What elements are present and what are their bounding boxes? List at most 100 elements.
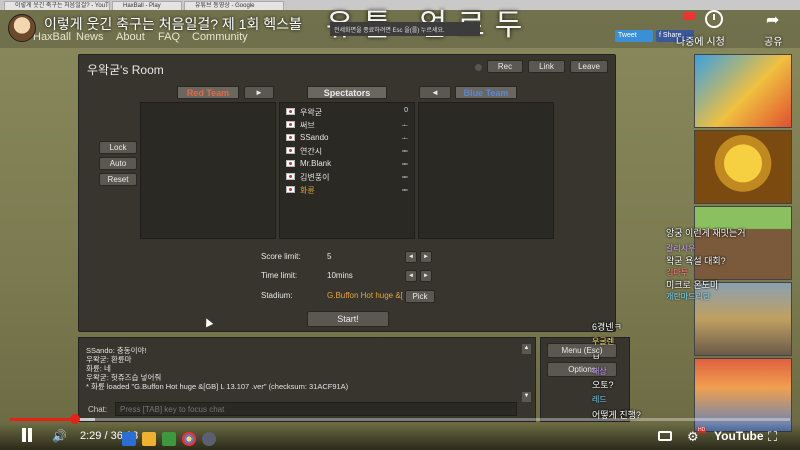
player-name: Mr.Blank xyxy=(300,159,332,168)
chat-label: Chat: xyxy=(88,405,108,414)
chat-input[interactable] xyxy=(115,402,517,416)
score-decrease-button[interactable]: ◄ xyxy=(405,251,417,263)
room-panel: 우왁굳's Room Rec Link Leave Red Team ► Spe… xyxy=(78,54,616,332)
record-status-icon xyxy=(475,64,482,71)
chrome-icon[interactable] xyxy=(182,432,196,446)
flag-icon xyxy=(286,108,295,115)
player-name: 연간시 xyxy=(300,147,323,156)
volume-icon[interactable]: 🔊 xyxy=(52,429,67,443)
lock-button[interactable]: Lock xyxy=(99,141,137,154)
flag-icon xyxy=(286,134,295,141)
channel-avatar[interactable] xyxy=(8,14,36,42)
player-row[interactable]: 우왁굳 0 xyxy=(284,106,412,118)
flag-icon xyxy=(286,186,295,193)
windows-icon[interactable] xyxy=(122,432,136,446)
progress-bar[interactable] xyxy=(10,418,790,421)
browser-tab[interactable]: 이렇게 웃긴 축구는 처음일걸? - YouTube xyxy=(4,1,110,10)
overlay-chat-message: 6경넨ㅋ xyxy=(592,322,622,332)
overlay-chat-message: 왁굳 욕설 대회? xyxy=(666,256,726,266)
overlay-chat-message: ㅂ xyxy=(592,352,601,362)
flag-icon xyxy=(286,147,295,154)
player-row[interactable]: 써브 ᆠ xyxy=(284,119,412,131)
time-limit-value: 10mins xyxy=(327,271,353,280)
overlay-chat-user: 갈리시우 xyxy=(666,244,696,253)
progress-played xyxy=(10,418,75,421)
overlay-chat-user: 우굴렌 xyxy=(592,337,615,346)
red-team-list[interactable] xyxy=(140,102,276,239)
fullscreen-hint: 전세화면을 종료하려면 Esc 을(를) 누르세요. xyxy=(330,22,480,36)
player-row[interactable]: SSando ᆠ xyxy=(284,132,412,144)
player-row[interactable]: 김변풍이 ᆍ xyxy=(284,171,412,183)
browser-tab[interactable]: 유튜브 동영상 - Google xyxy=(184,1,284,10)
explorer-icon[interactable] xyxy=(142,432,156,446)
player-name: SSando xyxy=(300,133,329,142)
flag-icon xyxy=(286,121,295,128)
auto-button[interactable]: Auto xyxy=(99,157,137,170)
red-team-label: Red Team xyxy=(177,86,239,99)
progress-scrubber[interactable] xyxy=(70,414,80,424)
link-button[interactable]: Link xyxy=(528,60,565,73)
move-to-red-button[interactable]: ► xyxy=(244,86,274,99)
chat-scroll-up-button[interactable]: ▲ xyxy=(522,344,531,354)
time-increase-button[interactable]: ► xyxy=(420,270,432,282)
chat-scroll-down-button[interactable]: ▼ xyxy=(522,392,531,402)
subway-surfers-icon[interactable] xyxy=(694,54,792,128)
player-row[interactable]: 화륜 ᆍ xyxy=(284,184,412,196)
share-label[interactable]: 공유 xyxy=(764,33,782,48)
blue-team-label: Blue Team xyxy=(455,86,517,99)
overlay-chat-message: 미크로 온도미 xyxy=(666,280,719,290)
player-badge: ᆠ xyxy=(401,122,408,129)
stadium-value: G.Buffon Hot huge &[ xyxy=(327,291,403,300)
spectators-list[interactable]: 우왁굳 0 써브 ᆠ SSando ᆠ 연간시 ᆍ Mr.Blank ᆍ 김변풍… xyxy=(279,102,415,239)
video-title[interactable]: 이렇게 웃긴 축구는 처음일걸? 제 1회 헥스볼 xyxy=(44,14,302,34)
overlay-chat-user: 개란마드리딘 xyxy=(666,292,711,301)
player-badge: ᆍ xyxy=(401,187,408,194)
flag-icon xyxy=(286,160,295,167)
captions-icon[interactable] xyxy=(658,431,672,441)
player-name: 우왁굳 xyxy=(300,108,323,117)
spectators-label: Spectators xyxy=(307,86,387,99)
overlay-chat-user: 해상 xyxy=(592,367,607,376)
player-row[interactable]: 연간시 ᆍ xyxy=(284,145,412,157)
player-name: 김변풍이 xyxy=(300,173,330,182)
fullscreen-exit-icon[interactable]: ⛶ xyxy=(768,429,777,445)
video-frame: 이렇게 웃긴 축구는 처음일걸? - YouTube HaxBall - Pla… xyxy=(0,0,800,450)
clock-icon[interactable] xyxy=(705,10,723,28)
player-badge: ᆍ xyxy=(401,174,408,181)
rec-button[interactable]: Rec xyxy=(487,60,523,73)
youtube-logo[interactable]: YouTube xyxy=(714,429,764,443)
score-limit-label: Score limit: xyxy=(261,252,301,261)
tweet-button[interactable]: Tweet xyxy=(615,30,653,42)
start-button[interactable]: Start! xyxy=(307,311,389,327)
chat-line: * 화륜 loaded "G.Buffon Hot huge &[GB] L 1… xyxy=(86,382,349,391)
time-decrease-button[interactable]: ◄ xyxy=(405,270,417,282)
player-badge: 0 xyxy=(404,107,408,114)
reset-button[interactable]: Reset xyxy=(99,173,137,186)
move-to-blue-button[interactable]: ◄ xyxy=(419,86,451,99)
pause-icon[interactable] xyxy=(20,428,34,442)
overlay-chat-user: 김마투 xyxy=(666,268,689,277)
overlay-chat-message: 앙궁 이런게 재밋는거 xyxy=(666,228,746,238)
overlay-chat-user: 레드 xyxy=(592,395,607,404)
player-name: 화륜 xyxy=(300,186,315,195)
subscribe-icon[interactable] xyxy=(683,12,695,20)
stadium-label: Stadium: xyxy=(261,291,293,300)
share-icon[interactable]: ➦ xyxy=(766,10,779,30)
player-row[interactable]: Mr.Blank ᆍ xyxy=(284,158,412,170)
chat-panel: SSando: 충동이야! 우왁굳: 환륜마 화륜: 네 우왁굳: 헛쥬즈습 넣… xyxy=(78,337,536,422)
hd-badge: HD xyxy=(697,427,707,433)
pick-stadium-button[interactable]: Pick xyxy=(405,290,435,303)
media-icon[interactable] xyxy=(162,432,176,446)
blue-team-list[interactable] xyxy=(418,102,554,239)
player-badge: ᆠ xyxy=(401,135,408,142)
overlay-chat-message: 오토? xyxy=(592,380,614,390)
browser-tab[interactable]: HaxBall - Play xyxy=(112,1,182,10)
minecraft-icon[interactable] xyxy=(694,206,792,280)
app-icon[interactable] xyxy=(202,432,216,446)
score-increase-button[interactable]: ► xyxy=(420,251,432,263)
temple-run-icon[interactable] xyxy=(694,130,792,204)
flag-icon xyxy=(286,173,295,180)
leave-button[interactable]: Leave xyxy=(570,60,608,73)
time-limit-label: Time limit: xyxy=(261,271,298,280)
watch-later-label[interactable]: 나중에 시청 xyxy=(676,33,725,48)
